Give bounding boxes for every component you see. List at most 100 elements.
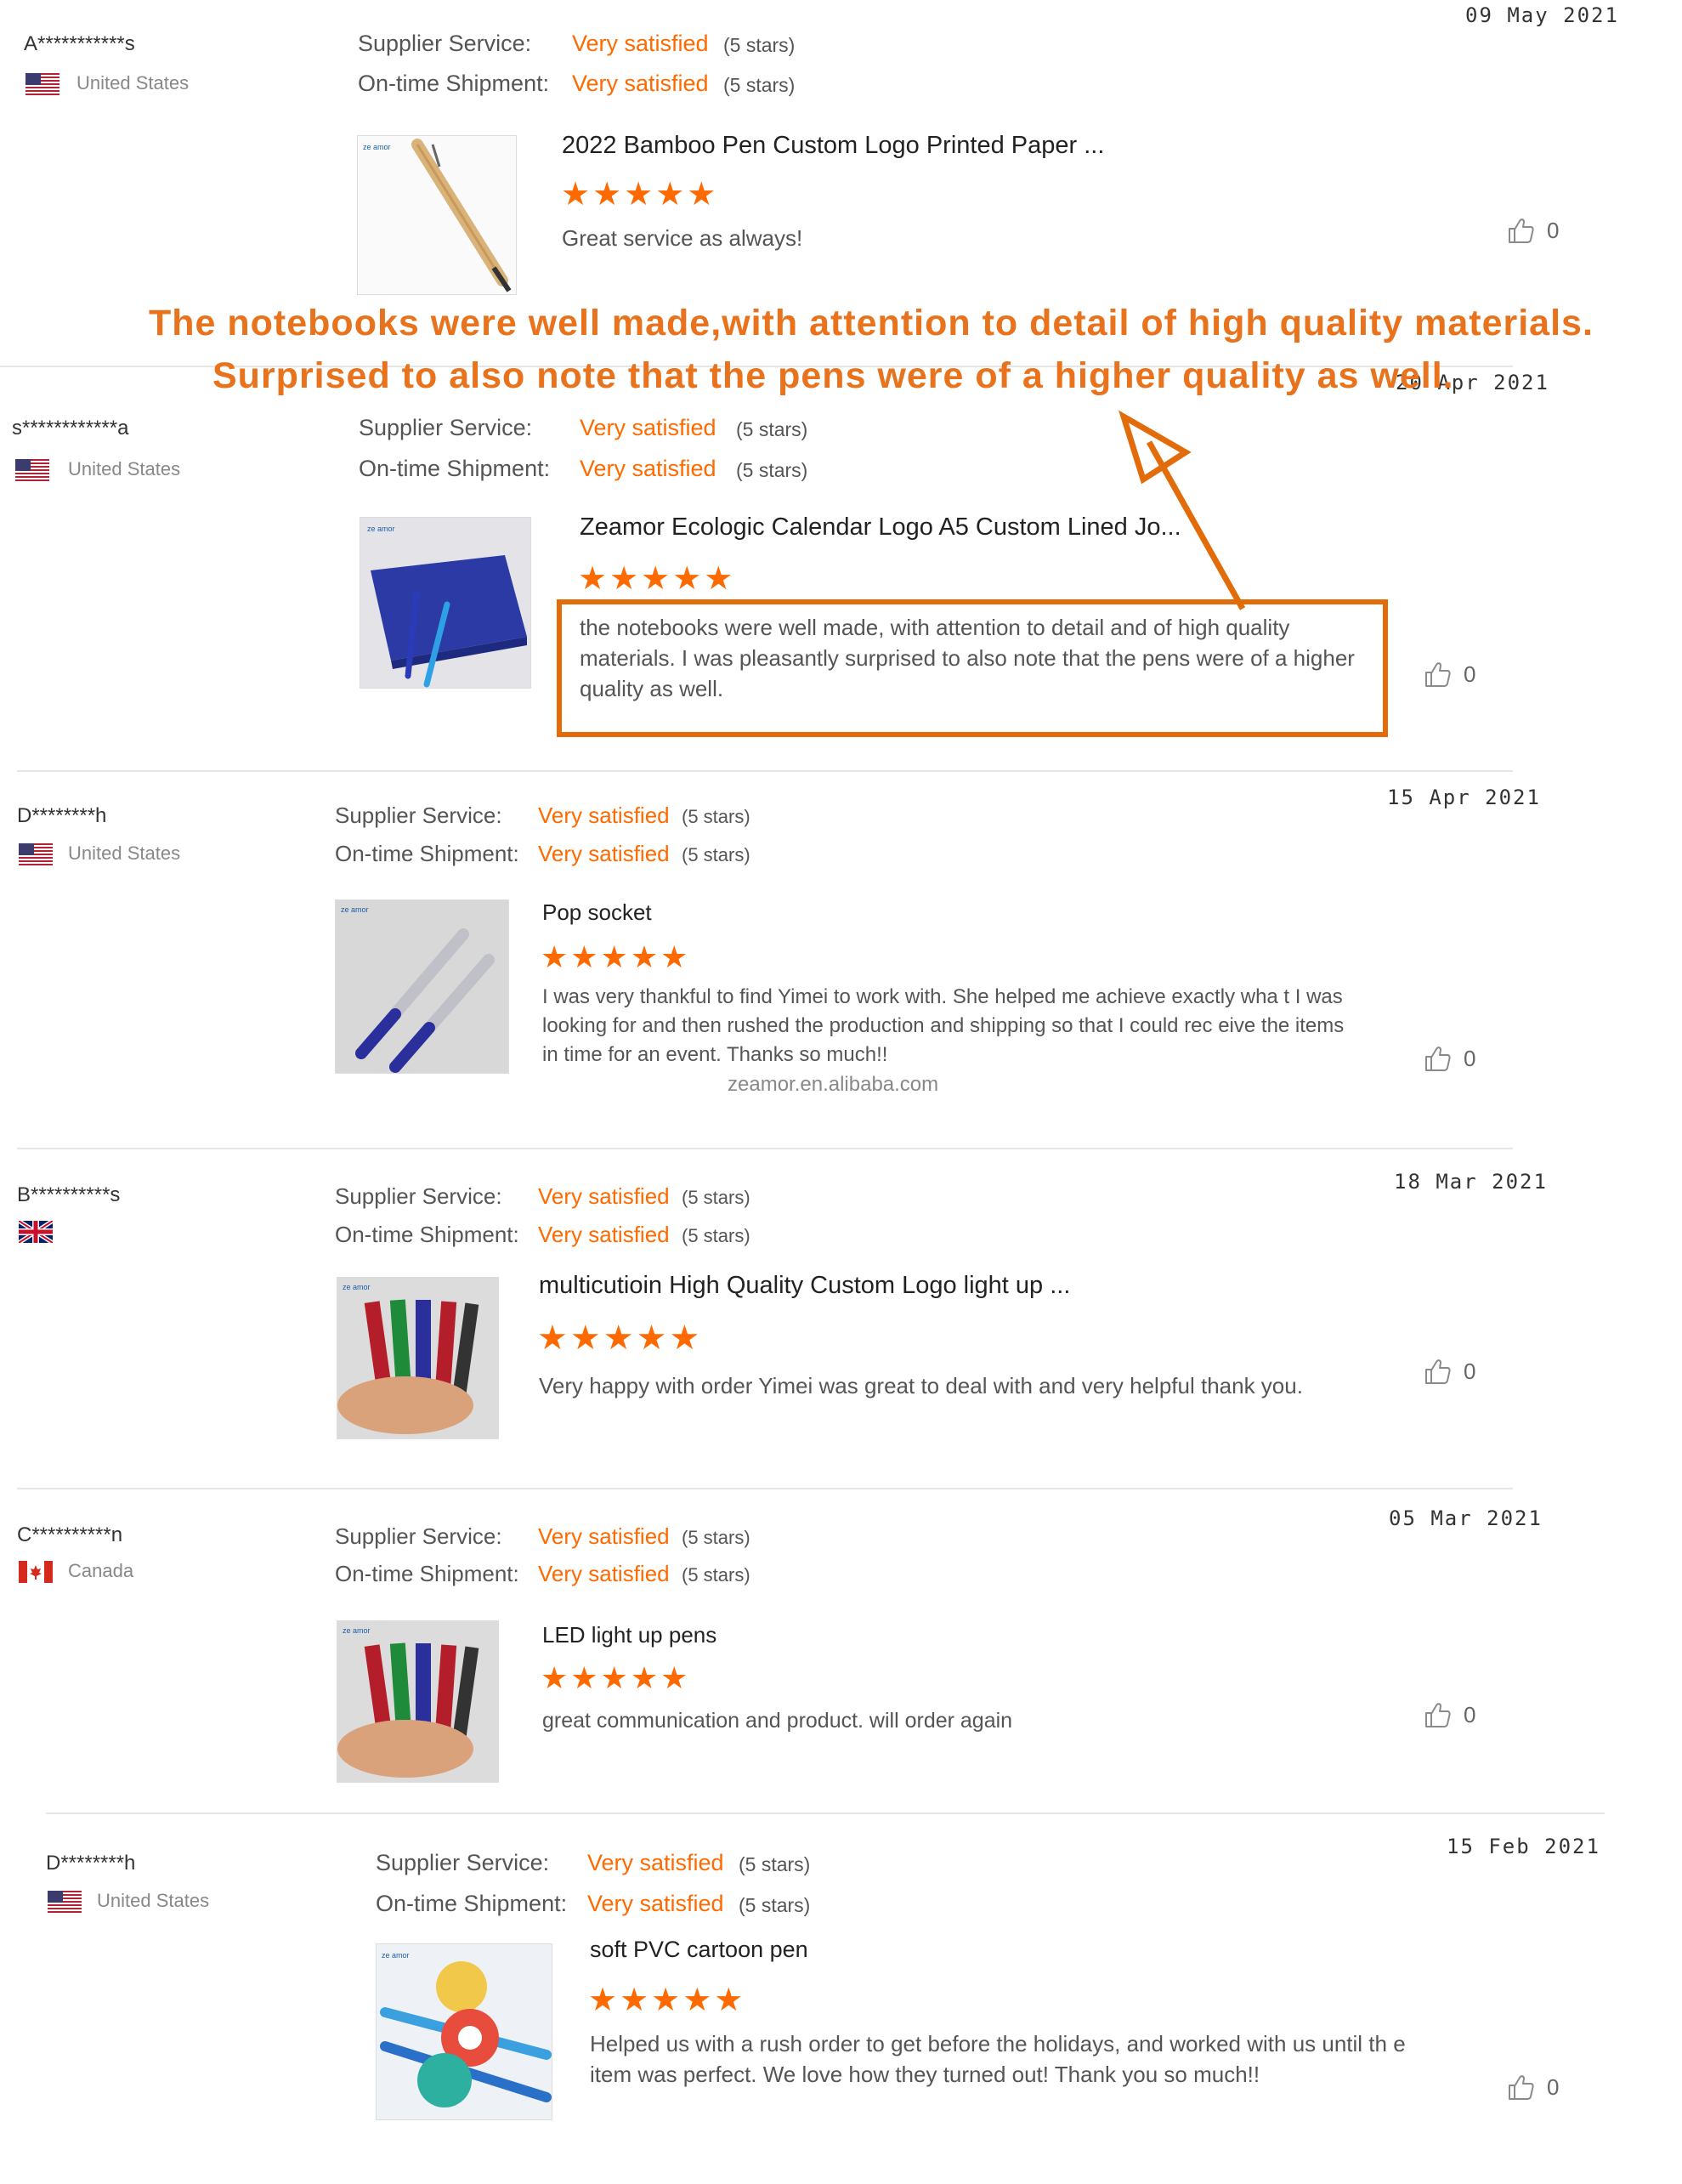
buyer-country: United States <box>97 1890 210 1911</box>
buyer-country: United States <box>68 458 181 479</box>
review-comment: Very happy with order Yimei was great to… <box>539 1373 1303 1398</box>
product-title[interactable]: 2022 Bamboo Pen Custom Logo Printed Pape… <box>562 132 1104 160</box>
shipment-stars: (5 stars) <box>739 1894 811 1916</box>
product-title[interactable]: Pop socket <box>542 899 652 926</box>
shipment-rating: Very satisfied <box>538 1561 670 1586</box>
store-watermark: zeamor.en.alibaba.com <box>728 1073 939 1096</box>
supplier-service-rating: Very satisfied <box>538 1523 670 1549</box>
supplier-service-rating: Very satisfied <box>572 31 709 56</box>
thumbs-up-icon <box>1506 216 1535 245</box>
like-count: 0 <box>1464 1358 1476 1384</box>
product-title[interactable]: soft PVC cartoon pen <box>590 1937 808 1963</box>
rating-stars: ★★★★★ <box>541 939 691 974</box>
like-count: 0 <box>1464 1701 1476 1727</box>
like-button[interactable]: 0 <box>1423 1700 1475 1729</box>
review-comment: Helped us with a rush order to get befor… <box>590 2031 1406 2087</box>
like-count: 0 <box>1547 2073 1560 2100</box>
shipment-stars: (5 stars) <box>682 1564 750 1586</box>
us-flag-icon <box>19 843 53 865</box>
shipment-stars: (5 stars) <box>723 74 796 96</box>
supplier-service-rating: Very satisfied <box>580 415 716 440</box>
like-button[interactable]: 0 <box>1423 1357 1475 1386</box>
review-date: 15 Feb 2021 <box>1447 1835 1600 1858</box>
supplier-service-label: Supplier Service: <box>335 803 502 828</box>
thumbs-up-icon <box>1423 1700 1452 1729</box>
supplier-service-label: Supplier Service: <box>359 415 533 440</box>
supplier-service-label: Supplier Service: <box>335 1523 502 1549</box>
shipment-stars: (5 stars) <box>736 459 808 481</box>
product-image[interactable]: ze amor <box>357 135 517 295</box>
product-image[interactable]: ze amor <box>376 1943 552 2120</box>
cartoon-pen-image: ze amor <box>380 1951 552 2107</box>
review-date: 15 Apr 2021 <box>1387 786 1541 809</box>
annotation-line-1: The notebooks were well made,with attent… <box>149 303 1594 343</box>
shipment-stars: (5 stars) <box>682 1225 750 1246</box>
buyer-name: B**********s <box>17 1183 121 1206</box>
review-comment: I was very thankful to find Yimei to wor… <box>542 985 1345 1066</box>
shipment-label: On-time Shipment: <box>335 841 519 866</box>
supplier-service-label: Supplier Service: <box>335 1183 502 1209</box>
shipment-rating: Very satisfied <box>538 841 670 866</box>
like-button[interactable]: 0 <box>1423 1044 1475 1073</box>
rating-stars: ★★★★★ <box>561 177 719 213</box>
supplier-service-stars: (5 stars) <box>682 1187 750 1208</box>
product-image[interactable]: ze amor <box>337 1620 499 1783</box>
product-image[interactable]: ze amor <box>360 517 531 689</box>
rating-stars: ★★★★★ <box>537 1319 703 1357</box>
product-image[interactable]: ze amor <box>337 1277 499 1439</box>
buyer-name: D********h <box>46 1852 136 1875</box>
product-image[interactable]: ze amor <box>335 899 509 1074</box>
annotation-highlight-box <box>557 599 1388 737</box>
supplier-service-rating: Very satisfied <box>538 803 670 828</box>
review-3: D********h United States Supplier Servic… <box>0 770 1682 1144</box>
shipment-stars: (5 stars) <box>682 844 750 865</box>
product-title[interactable]: multicutioin High Quality Custom Logo li… <box>539 1272 1070 1300</box>
thumbs-up-icon <box>1423 660 1452 689</box>
supplier-service-label: Supplier Service: <box>358 31 532 56</box>
supplier-service-label: Supplier Service: <box>376 1850 550 1875</box>
annotation-line-2: Surprised to also note that the pens wer… <box>212 355 1454 396</box>
uk-flag-icon <box>19 1221 53 1243</box>
svg-text:ze amor: ze amor <box>341 905 369 914</box>
like-button[interactable]: 0 <box>1506 216 1559 245</box>
review-6: D********h United States Supplier Servic… <box>0 1812 1682 2184</box>
shipment-label: On-time Shipment: <box>376 1891 568 1916</box>
supplier-service-rating: Very satisfied <box>587 1850 724 1875</box>
review-date: 18 Mar 2021 <box>1394 1170 1548 1194</box>
like-count: 0 <box>1464 661 1476 687</box>
shipment-rating: Very satisfied <box>580 456 716 481</box>
shipment-rating: Very satisfied <box>587 1891 724 1916</box>
us-flag-icon <box>15 459 49 481</box>
review-comment: great communication and product. will or… <box>542 1709 1013 1733</box>
supplier-service-stars: (5 stars) <box>723 34 796 56</box>
thumbs-up-icon <box>1423 1044 1452 1073</box>
supplier-service-stars: (5 stars) <box>682 1527 750 1548</box>
thumbs-up-icon <box>1423 1357 1452 1386</box>
review-date: 09 May 2021 <box>1465 3 1619 27</box>
svg-text:ze amor: ze amor <box>343 1626 371 1635</box>
buyer-name: A***********s <box>24 32 135 55</box>
shipment-rating: Very satisfied <box>538 1222 670 1247</box>
shipment-label: On-time Shipment: <box>359 456 551 481</box>
like-count: 0 <box>1547 217 1560 243</box>
product-title[interactable]: LED light up pens <box>542 1622 716 1648</box>
like-button[interactable]: 0 <box>1506 2073 1559 2102</box>
svg-text:ze amor: ze amor <box>343 1283 371 1291</box>
supplier-service-rating: Very satisfied <box>538 1183 670 1209</box>
us-flag-icon <box>25 73 59 95</box>
shipment-label: On-time Shipment: <box>335 1222 519 1247</box>
supplier-service-stars: (5 stars) <box>736 418 808 440</box>
notebook-image: ze amor <box>367 525 527 688</box>
buyer-country: Canada <box>68 1560 134 1581</box>
like-button[interactable]: 0 <box>1423 660 1475 689</box>
buyer-name: D********h <box>17 804 107 827</box>
shipment-label: On-time Shipment: <box>358 71 550 96</box>
light-up-pens-image: ze amor <box>337 1283 479 1434</box>
buyer-name: C**********n <box>17 1523 123 1546</box>
thumbs-up-icon <box>1506 2073 1535 2102</box>
us-flag-icon <box>48 1891 82 1913</box>
product-title[interactable]: Zeamor Ecologic Calendar Logo A5 Custom … <box>580 513 1181 542</box>
svg-text:ze amor: ze amor <box>363 143 391 151</box>
canada-flag-icon <box>19 1561 53 1583</box>
pen-pair-image: ze amor <box>341 905 495 1073</box>
